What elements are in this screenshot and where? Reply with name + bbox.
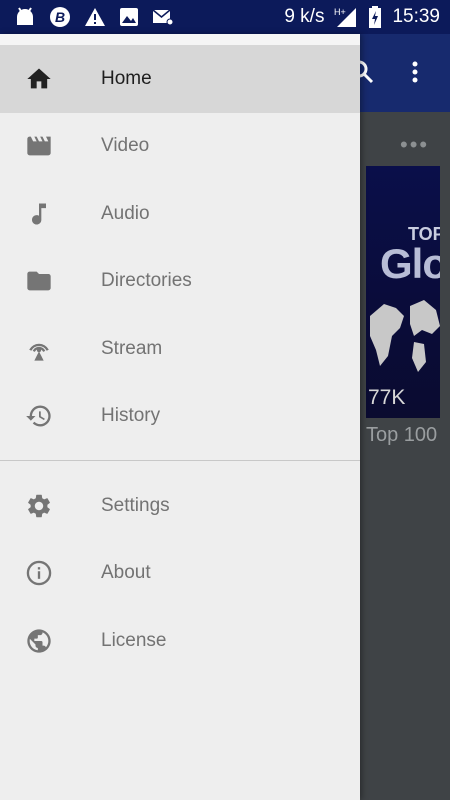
signal-icon: H+: [334, 6, 358, 28]
svg-text:H+: H+: [334, 7, 346, 17]
drawer-item-home[interactable]: Home: [0, 45, 360, 113]
music-note-icon: [25, 200, 53, 228]
network-speed: 9 k/s: [284, 6, 325, 27]
drawer-item-label: License: [101, 629, 167, 651]
view-count: 77K: [368, 386, 406, 409]
gear-icon: [25, 492, 53, 520]
android-icon: [14, 7, 36, 27]
drawer-item-stream[interactable]: Stream: [0, 315, 360, 383]
clock: 15:39: [392, 6, 440, 27]
overflow-menu-icon[interactable]: [410, 60, 420, 91]
video-thumbnail[interactable]: TOP Glo 77K: [366, 166, 440, 418]
drawer-item-label: Directories: [101, 270, 192, 292]
drawer-item-audio[interactable]: Audio: [0, 180, 360, 248]
world-map-graphic: [370, 300, 440, 372]
history-icon: [25, 402, 53, 430]
more-options-icon[interactable]: •••: [400, 132, 429, 158]
navigation-drawer: Home Video Audio Directories Stream Hist…: [0, 34, 360, 800]
info-icon: [25, 559, 53, 587]
drawer-item-license[interactable]: License: [0, 607, 360, 675]
drawer-item-directories[interactable]: Directories: [0, 248, 360, 316]
drawer-item-label: Video: [101, 135, 150, 157]
drawer-item-history[interactable]: History: [0, 383, 360, 451]
drawer-divider: [0, 460, 360, 461]
drawer-item-about[interactable]: About: [0, 540, 360, 608]
drawer-item-label: Home: [101, 67, 152, 89]
stream-antenna-icon: [25, 335, 53, 363]
image-icon: [119, 7, 139, 27]
drawer-item-label: About: [101, 562, 151, 584]
thumbnail-text-main: Glo: [380, 240, 440, 287]
drawer-item-settings[interactable]: Settings: [0, 472, 360, 540]
home-icon: [25, 65, 53, 93]
b-app-icon: B: [49, 6, 71, 28]
drawer-item-label: Audio: [101, 202, 150, 224]
mail-icon: [152, 8, 174, 26]
status-bar: B 9 k/s H+ 15:39: [0, 0, 450, 34]
video-title[interactable]: Top 100: [366, 424, 437, 447]
battery-charging-icon: [368, 6, 382, 28]
drawer-header-strip: [0, 34, 360, 45]
drawer-item-label: Settings: [101, 494, 170, 516]
drawer-item-label: Stream: [101, 337, 163, 359]
folder-icon: [25, 267, 53, 295]
globe-icon: [25, 627, 53, 655]
video-icon: [25, 132, 53, 160]
warning-icon: [84, 7, 106, 27]
drawer-item-video[interactable]: Video: [0, 113, 360, 181]
drawer-item-label: History: [101, 405, 161, 427]
svg-text:B: B: [55, 9, 65, 25]
